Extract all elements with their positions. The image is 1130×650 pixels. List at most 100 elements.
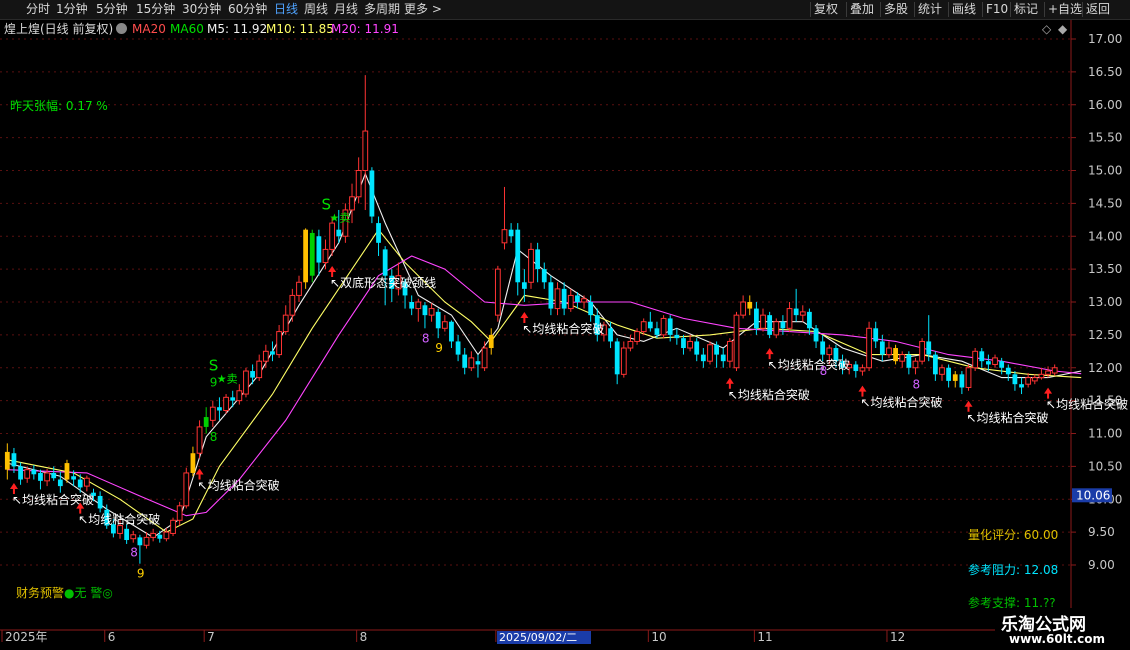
candle-body xyxy=(873,328,879,342)
candle-body xyxy=(1051,367,1058,374)
candle-body xyxy=(614,341,620,375)
candle-body xyxy=(190,453,196,473)
signal-label: ↖均线粘合突破 xyxy=(522,321,604,336)
candle-body xyxy=(660,317,667,336)
candle-body xyxy=(355,170,362,198)
candle-body xyxy=(992,357,998,365)
candle-body xyxy=(475,361,481,365)
candle-body xyxy=(1031,377,1038,382)
candle-body xyxy=(329,222,336,250)
candle-body xyxy=(667,318,673,335)
candle-body xyxy=(422,305,428,316)
candle-body xyxy=(879,341,885,355)
candle-body xyxy=(203,417,209,427)
candle-body xyxy=(528,248,534,283)
y-tick-label: 13.00 xyxy=(1088,295,1122,309)
candle-body xyxy=(541,269,547,283)
candle-body xyxy=(554,288,561,310)
count-mark: 8 xyxy=(130,546,138,560)
candle-body xyxy=(316,236,322,263)
signal-label: ↖均线粘合突破 xyxy=(860,395,942,410)
candle-body xyxy=(700,354,706,362)
prev-change: 昨天张幅: 0.17 % xyxy=(10,99,108,113)
candle-body xyxy=(581,298,587,303)
candle-body xyxy=(694,341,700,355)
candle-body xyxy=(137,537,143,546)
candle-body xyxy=(972,350,979,369)
candle-body xyxy=(640,321,647,333)
candle-body xyxy=(415,301,422,310)
candle-body xyxy=(859,367,866,372)
candle-body xyxy=(481,347,488,369)
candle-body xyxy=(243,370,249,395)
count-mark: 8 xyxy=(422,331,430,345)
candle-body xyxy=(647,321,653,329)
candle-body xyxy=(196,426,203,454)
candle-body xyxy=(270,351,275,355)
count-mark: 8 xyxy=(210,430,218,444)
signal-label: ↖均线粘合突破 xyxy=(78,512,160,527)
candle-body xyxy=(488,334,494,349)
x-tick-label: 10 xyxy=(651,630,666,644)
candle-body xyxy=(130,534,137,540)
candle-body xyxy=(912,360,919,369)
candle-body xyxy=(296,281,302,296)
candle-body xyxy=(230,397,236,401)
candle-body xyxy=(71,476,76,480)
candle-body xyxy=(117,525,123,534)
candle-body xyxy=(714,344,719,355)
candle-body xyxy=(289,294,296,316)
candle-body xyxy=(1019,384,1024,388)
y-tick-label: 12.50 xyxy=(1088,328,1122,342)
candle-body xyxy=(309,232,315,276)
candle-body xyxy=(720,354,726,362)
candle-body xyxy=(369,170,375,217)
candle-body xyxy=(674,334,680,339)
x-tick-label: 7 xyxy=(207,630,215,644)
candle-body xyxy=(77,479,83,488)
candle-body xyxy=(501,229,508,244)
candle-body xyxy=(157,534,163,539)
candle-body xyxy=(1025,377,1032,385)
candle-body xyxy=(362,130,369,172)
candle-body xyxy=(349,196,355,211)
candle-body xyxy=(336,229,342,237)
candle-body xyxy=(681,338,686,349)
candle-body xyxy=(4,451,10,470)
candle-body xyxy=(150,532,157,538)
current-price-tag: 10.06 xyxy=(1076,488,1110,502)
candle-body xyxy=(250,371,255,378)
candle-body xyxy=(31,469,37,475)
candle-body xyxy=(256,360,263,379)
candle-body xyxy=(608,328,613,342)
candle-body xyxy=(986,361,991,365)
signal-label: ↖均线粘合突破 xyxy=(728,387,810,402)
signal-label: ↖双底形态突破颈线 xyxy=(330,275,436,290)
dot-icon: ● xyxy=(64,586,75,600)
candle-body xyxy=(753,308,759,329)
candle-body xyxy=(11,453,17,467)
candle-body xyxy=(83,477,90,487)
candle-body xyxy=(747,302,753,309)
candle-body xyxy=(64,463,70,480)
candle-body xyxy=(886,347,892,356)
candle-body xyxy=(57,479,63,487)
candle-body xyxy=(567,294,574,310)
finance-warning: 财务预警●无 警◎ xyxy=(16,586,113,600)
y-tick-label: 15.50 xyxy=(1088,131,1122,145)
watermark-logo: 乐淘公式网 www.60lt.com xyxy=(995,608,1130,650)
ring-icon: ◎ xyxy=(102,586,113,600)
candle-body xyxy=(959,374,965,388)
candle-body xyxy=(1038,373,1045,379)
candle-body xyxy=(707,344,713,362)
candle-body xyxy=(946,367,952,381)
candle-body xyxy=(740,301,747,316)
candle-body xyxy=(820,341,826,355)
candle-body xyxy=(462,354,468,368)
candle-body xyxy=(276,331,282,356)
candle-body xyxy=(786,308,793,329)
candle-body xyxy=(813,328,819,342)
candle-body xyxy=(409,302,415,309)
candle-body xyxy=(382,249,388,276)
signal-label: ↖均线粘合突破 xyxy=(198,477,280,492)
